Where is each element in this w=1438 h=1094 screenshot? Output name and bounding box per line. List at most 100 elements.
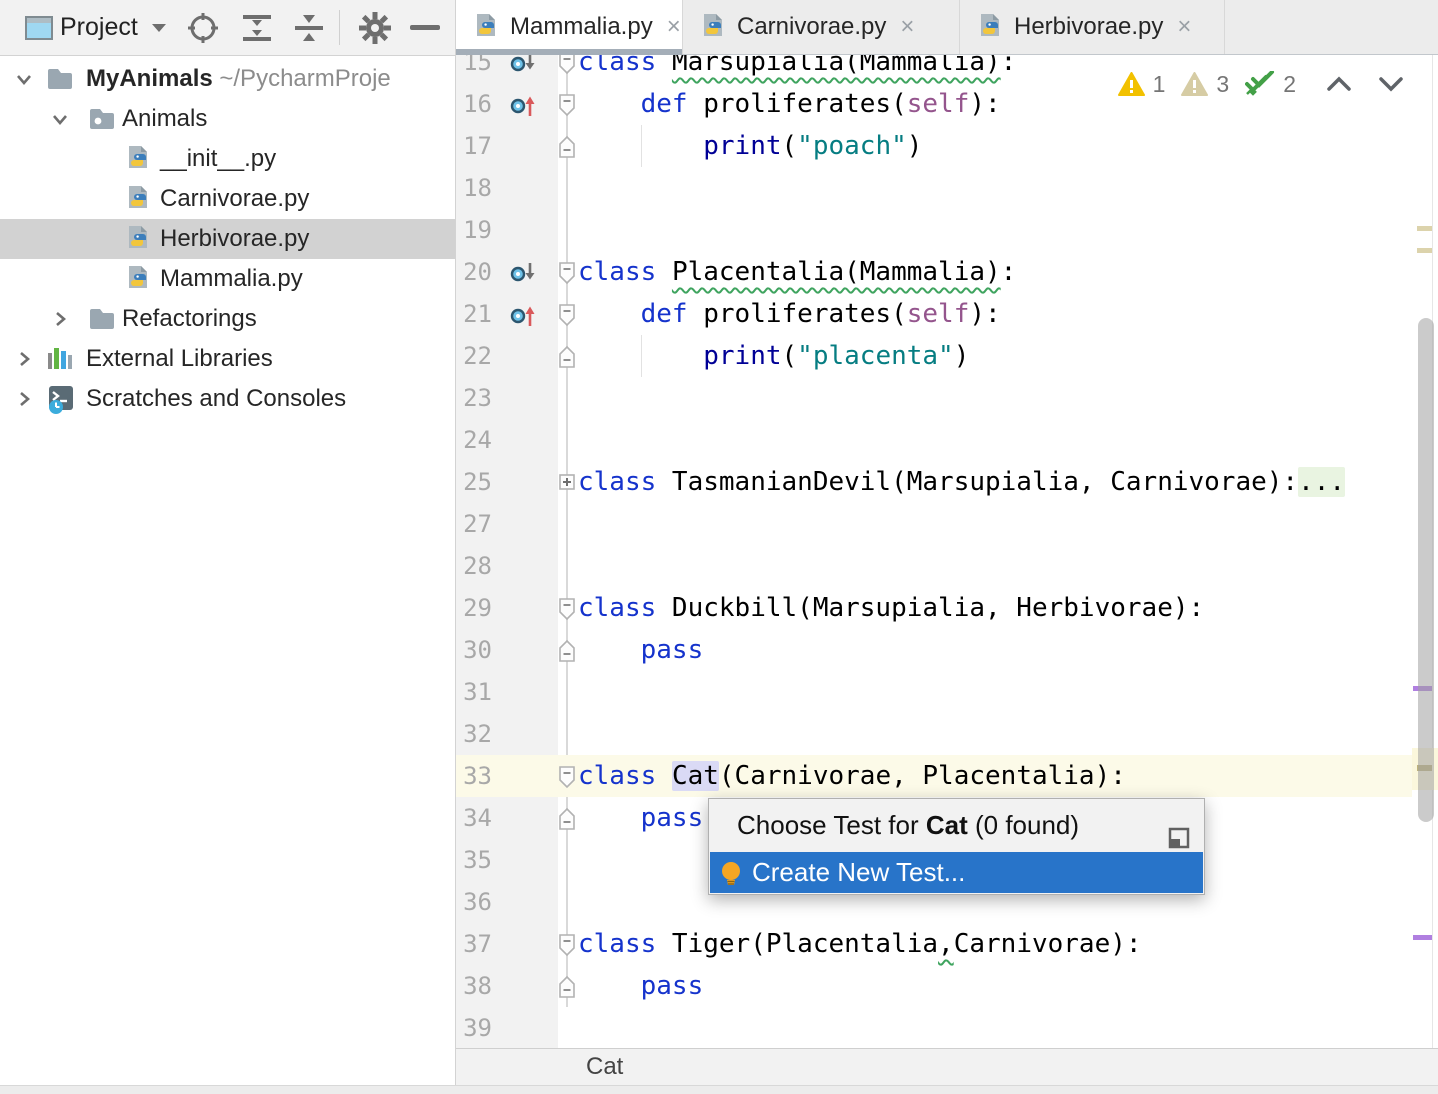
tab-mammalia-py[interactable]: Mammalia.py×	[456, 0, 683, 54]
tab-carnivorae-py[interactable]: Carnivorae.py×	[683, 0, 960, 54]
popup-title-prefix: Choose Test for	[737, 810, 926, 840]
code-line-39[interactable]: 39	[456, 1007, 1412, 1048]
scrollbar-thumb[interactable]	[1418, 318, 1434, 822]
fold-start-icon[interactable]	[558, 764, 576, 788]
line-number: 19	[456, 209, 492, 251]
fold-start-icon[interactable]	[558, 302, 576, 326]
tree-item-animals[interactable]: Animals	[0, 99, 455, 139]
fold-end-icon[interactable]	[558, 638, 576, 662]
code-line-23[interactable]: 23	[456, 377, 1412, 419]
tab-label: Herbivorae.py	[1014, 13, 1163, 41]
prev-problem-icon[interactable]	[1326, 76, 1352, 92]
fold-start-icon[interactable]	[558, 596, 576, 620]
tree-item--init-py[interactable]: __init__.py	[0, 139, 455, 179]
chevron-right-icon[interactable]	[14, 389, 34, 409]
chevron-down-icon[interactable]	[14, 69, 34, 89]
tree-item-carnivorae-py[interactable]: Carnivorae.py	[0, 179, 455, 219]
line-number: 27	[456, 503, 492, 545]
code-line-17[interactable]: 17 print("poach")	[456, 125, 1412, 167]
code-line-22[interactable]: 22 print("placenta")	[456, 335, 1412, 377]
settings-gear-icon[interactable]	[356, 0, 394, 55]
fold-plus-icon[interactable]	[558, 470, 576, 494]
code-text: class Marsupialia(Mammalia):	[578, 55, 1016, 83]
overrides-method-icon[interactable]	[510, 302, 536, 326]
code-line-27[interactable]: 27	[456, 503, 1412, 545]
line-number: 29	[456, 587, 492, 629]
create-new-test-item[interactable]: Create New Test...	[710, 852, 1203, 893]
chevron-down-icon[interactable]	[50, 109, 70, 129]
code-line-31[interactable]: 31	[456, 671, 1412, 713]
stripe-mark-weak-warning[interactable]	[1417, 248, 1432, 253]
tree-item-external-libraries[interactable]: External Libraries	[0, 339, 455, 379]
code-text: class Tiger(Placentalia,Carnivorae):	[578, 923, 1142, 965]
line-number: 17	[456, 125, 492, 167]
tree-item-refactorings[interactable]: Refactorings	[0, 299, 455, 339]
code-line-19[interactable]: 19	[456, 209, 1412, 251]
code-line-18[interactable]: 18	[456, 167, 1412, 209]
popup-title: Choose Test for Cat (0 found)	[709, 799, 1204, 852]
fold-end-icon[interactable]	[558, 344, 576, 368]
dropdown-caret-icon[interactable]	[148, 0, 170, 55]
project-tool-window: Project MyAnimals ~/PycharmProjeAnimals_…	[0, 0, 456, 1085]
error-stripe-rail[interactable]	[1412, 55, 1438, 1048]
stripe-mark-weak-warning[interactable]	[1417, 226, 1432, 231]
code-line-33[interactable]: 33class Cat(Carnivorae, Placentalia):	[456, 755, 1412, 797]
code-line-24[interactable]: 24	[456, 419, 1412, 461]
hide-panel-icon[interactable]	[408, 0, 442, 55]
locate-target-icon[interactable]	[186, 0, 220, 55]
code-line-38[interactable]: 38 pass	[456, 965, 1412, 1007]
chevron-right-icon[interactable]	[50, 309, 70, 329]
collapse-all-icon[interactable]	[292, 0, 326, 55]
code-line-29[interactable]: 29 class Duckbill(Marsupialia, Herbivorae…	[456, 587, 1412, 629]
inspections-widget[interactable]: 1 3 2	[1118, 69, 1404, 99]
close-tab-icon[interactable]: ×	[667, 13, 681, 41]
warning-icon	[1118, 72, 1145, 96]
python-icon	[124, 265, 152, 293]
line-number: 25	[456, 461, 492, 503]
code-line-30[interactable]: 30 pass	[456, 629, 1412, 671]
code-text: class Duckbill(Marsupialia, Herbivorae):	[578, 587, 1204, 629]
overrides-method-icon[interactable]	[510, 92, 536, 116]
method-overridden-icon[interactable]	[510, 55, 536, 74]
inspections-ok-icon	[1245, 71, 1275, 97]
fold-start-icon[interactable]	[558, 260, 576, 284]
line-number: 33	[456, 755, 492, 797]
tree-item-herbivorae-py[interactable]: Herbivorae.py	[0, 219, 455, 259]
fold-start-icon[interactable]	[558, 92, 576, 116]
code-line-37[interactable]: 37class Tiger(Placentalia,Carnivorae):	[456, 923, 1412, 965]
close-tab-icon[interactable]: ×	[900, 13, 914, 41]
tab-herbivorae-py[interactable]: Herbivorae.py ×	[960, 0, 1225, 54]
fold-end-icon[interactable]	[558, 974, 576, 998]
line-number: 39	[456, 1007, 492, 1048]
fold-end-icon[interactable]	[558, 806, 576, 830]
stripe-mark-vcs-change[interactable]	[1413, 935, 1432, 940]
tree-item-myanimals[interactable]: MyAnimals ~/PycharmProje	[0, 59, 455, 99]
code-text: print("placenta")	[578, 335, 969, 377]
code-line-20[interactable]: 20class Placentalia(Mammalia):	[456, 251, 1412, 293]
tree-item-scratches-and-consoles[interactable]: Scratches and Consoles	[0, 379, 455, 419]
fold-start-icon[interactable]	[558, 55, 576, 74]
code-text: class Placentalia(Mammalia):	[578, 251, 1016, 293]
line-number: 28	[456, 545, 492, 587]
next-problem-icon[interactable]	[1378, 76, 1404, 92]
status-bar-edge	[0, 1085, 1438, 1094]
libraries-icon	[46, 345, 74, 373]
breadcrumb-item[interactable]: Cat	[586, 1049, 623, 1085]
line-number: 18	[456, 167, 492, 209]
method-overridden-icon[interactable]	[510, 260, 536, 284]
python-icon	[124, 185, 152, 213]
code-line-21[interactable]: 21 def proliferates(self):	[456, 293, 1412, 335]
line-number: 31	[456, 671, 492, 713]
expand-all-icon[interactable]	[240, 0, 274, 55]
fold-end-icon[interactable]	[558, 134, 576, 158]
close-tab-icon[interactable]: ×	[1177, 13, 1191, 41]
chevron-right-icon[interactable]	[14, 349, 34, 369]
fold-start-icon[interactable]	[558, 932, 576, 956]
tree-item-label: Herbivorae.py	[160, 219, 309, 259]
project-panel-title[interactable]: Project	[60, 0, 138, 55]
code-line-28[interactable]: 28	[456, 545, 1412, 587]
editor-body[interactable]: 15class Marsupialia(Mammalia):16 def pro…	[456, 55, 1438, 1048]
code-line-32[interactable]: 32	[456, 713, 1412, 755]
tree-item-mammalia-py[interactable]: Mammalia.py	[0, 259, 455, 299]
code-line-25[interactable]: 25class TasmanianDevil(Marsupialia, Carn…	[456, 461, 1412, 503]
